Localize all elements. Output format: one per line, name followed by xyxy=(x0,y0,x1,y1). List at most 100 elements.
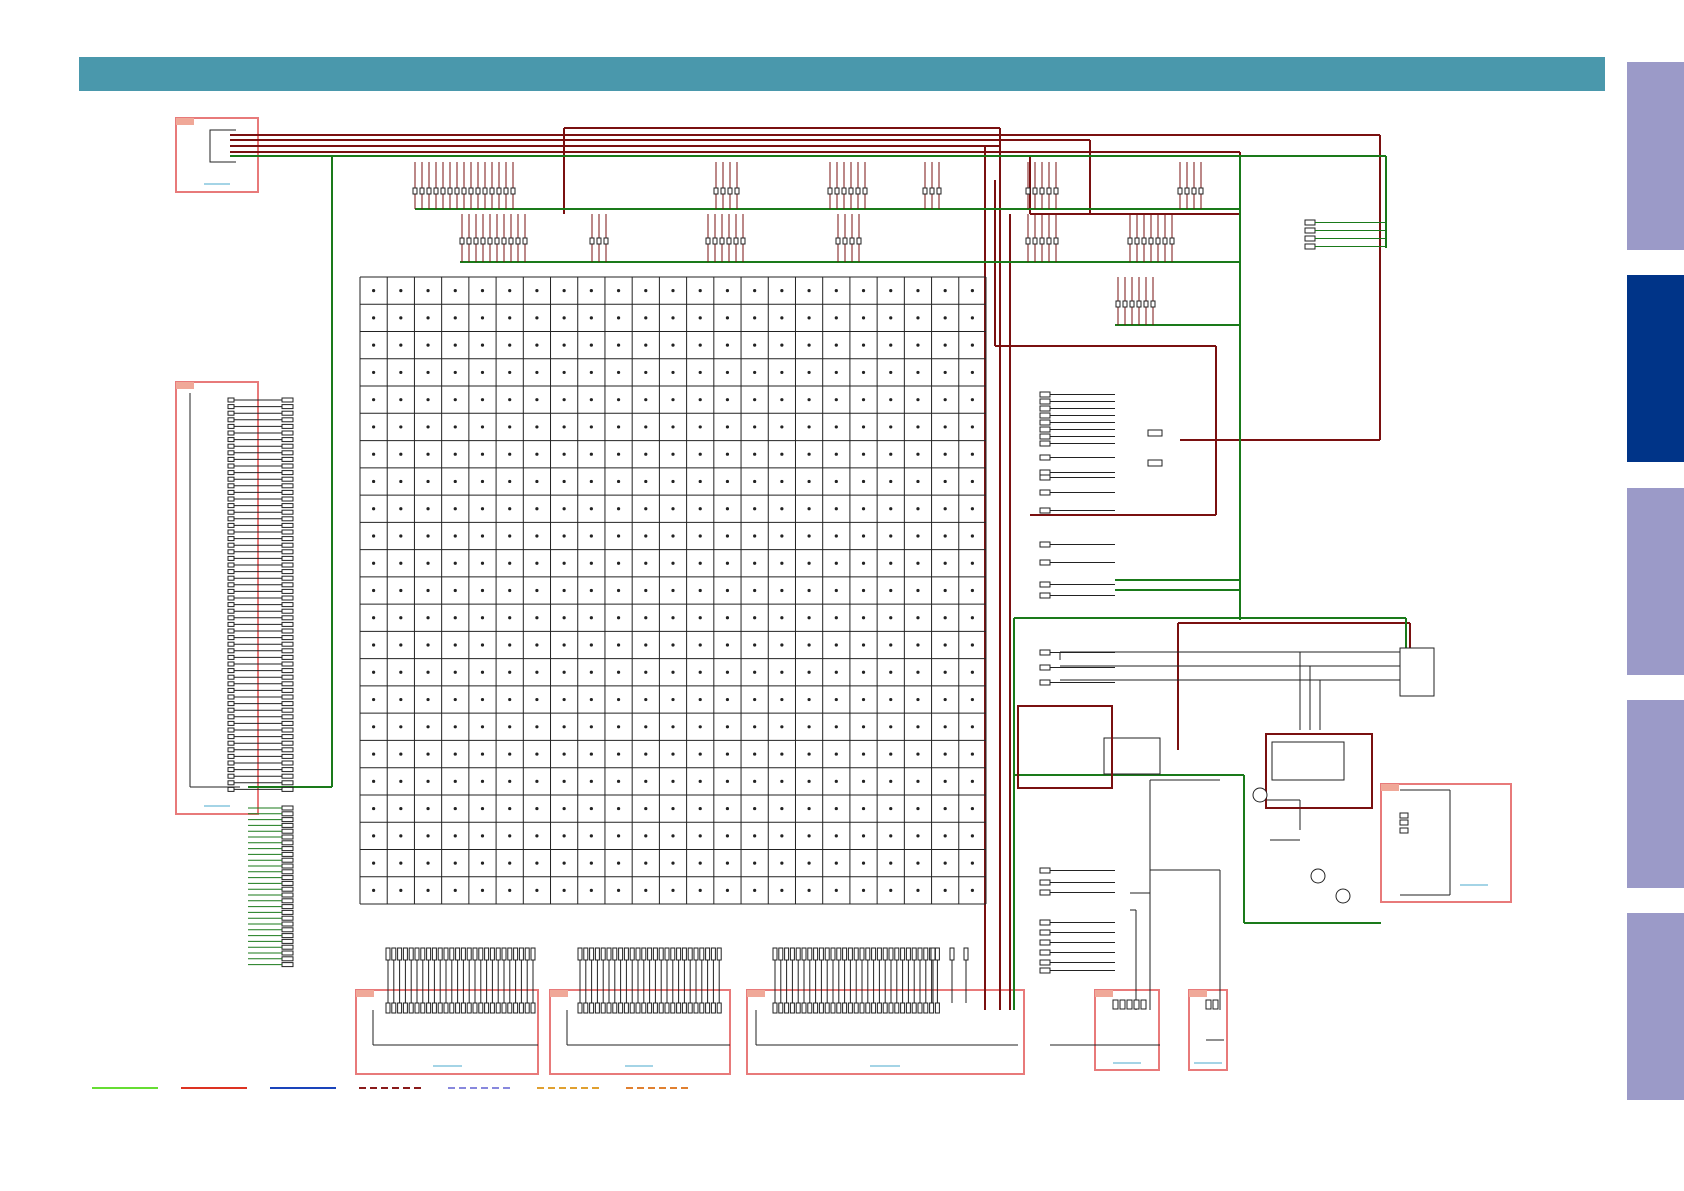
pin-bottom xyxy=(836,1002,842,1014)
pin-top xyxy=(699,947,705,961)
led-dot xyxy=(508,806,512,811)
led-dot xyxy=(970,398,974,402)
led-dot xyxy=(453,806,457,811)
led-dot xyxy=(616,861,621,865)
led-dot xyxy=(399,834,403,838)
led-dot xyxy=(671,343,675,347)
pin-small xyxy=(227,621,235,627)
pin-small xyxy=(227,674,235,680)
pin-top xyxy=(710,947,716,961)
led-dot xyxy=(562,479,566,484)
led-dot xyxy=(453,370,457,375)
pin-bottom xyxy=(905,1002,911,1014)
pin-top xyxy=(443,947,449,961)
pin-bottom xyxy=(652,1002,658,1014)
pin-top xyxy=(693,947,699,961)
led-dot xyxy=(535,534,539,538)
pin-small xyxy=(227,397,235,403)
pin-top xyxy=(681,947,687,961)
led-dot xyxy=(780,534,784,538)
led-dot xyxy=(671,452,675,456)
connector-box-right xyxy=(1380,783,1512,903)
pin-pad xyxy=(281,747,294,753)
pin-bottom xyxy=(484,1002,490,1014)
pin-pad xyxy=(281,476,294,482)
pin-bottom xyxy=(583,1002,589,1014)
led-dot xyxy=(861,479,866,484)
stub-connector xyxy=(1039,649,1051,656)
led-dot xyxy=(970,643,974,647)
led-dot xyxy=(698,534,702,538)
stub-connector xyxy=(1039,541,1051,548)
led-dot xyxy=(807,316,811,320)
pin-pad xyxy=(281,822,294,828)
pin-pad xyxy=(281,805,294,811)
pin-bottom xyxy=(618,1002,624,1014)
pin-bottom xyxy=(900,1002,906,1014)
pin-small xyxy=(227,470,235,476)
pin-pad xyxy=(281,635,294,641)
led-dot xyxy=(834,643,838,647)
led-dot xyxy=(698,752,702,756)
led-dot xyxy=(671,425,675,429)
pin-pad xyxy=(281,760,294,766)
led-dot xyxy=(970,779,974,783)
led-dot xyxy=(589,370,593,375)
led-dot xyxy=(861,752,866,756)
pin-small xyxy=(227,701,235,707)
pin-bottom xyxy=(859,1002,865,1014)
pin-bottom xyxy=(917,1002,923,1014)
led-dot xyxy=(508,697,512,702)
led-dot xyxy=(834,861,838,865)
pin-top xyxy=(801,947,807,961)
led-dot xyxy=(834,588,838,593)
led-dot xyxy=(943,370,947,375)
led-dot xyxy=(725,834,730,838)
led-dot xyxy=(453,343,457,347)
led-dot xyxy=(753,507,757,511)
pin-bottom xyxy=(807,1002,813,1014)
led-dot xyxy=(562,452,566,456)
led-dot xyxy=(589,725,593,729)
led-dot xyxy=(725,425,730,429)
ic-chip-right xyxy=(1271,741,1345,781)
led-dot xyxy=(426,425,430,429)
led-dot xyxy=(644,479,648,484)
pin-pad xyxy=(281,582,294,588)
stub-connector xyxy=(1039,581,1051,588)
pin-top xyxy=(795,947,801,961)
pin-bottom xyxy=(687,1002,693,1014)
led-dot xyxy=(399,479,403,484)
led-dot xyxy=(943,289,947,293)
led-dot xyxy=(644,289,648,293)
led-dot xyxy=(399,697,403,702)
pin-pad xyxy=(281,875,294,881)
pin-top xyxy=(414,947,420,961)
led-dot xyxy=(562,343,566,347)
led-dot xyxy=(453,588,457,593)
led-dot xyxy=(970,888,974,892)
led-dot xyxy=(480,697,485,702)
pin-top xyxy=(431,947,437,961)
led-dot xyxy=(970,725,974,729)
pin-small xyxy=(227,661,235,667)
led-dot xyxy=(698,425,702,429)
pin-bottom xyxy=(594,1002,600,1014)
led-dot xyxy=(480,888,485,892)
led-dot xyxy=(589,616,593,620)
pin-small xyxy=(227,404,235,410)
led-dot xyxy=(372,643,376,647)
led-dot xyxy=(807,479,811,484)
pin-bottom xyxy=(716,1002,722,1014)
stub-connector xyxy=(1039,474,1051,481)
led-dot xyxy=(426,670,430,674)
led-dot xyxy=(970,425,974,429)
led-dot xyxy=(671,752,675,756)
pin-bottom xyxy=(911,1002,917,1014)
pin-bottom xyxy=(894,1002,900,1014)
pin-pad xyxy=(281,740,294,746)
led-dot xyxy=(807,534,811,538)
pin-top xyxy=(836,947,842,961)
led-dot xyxy=(480,616,485,620)
led-dot xyxy=(807,452,811,456)
